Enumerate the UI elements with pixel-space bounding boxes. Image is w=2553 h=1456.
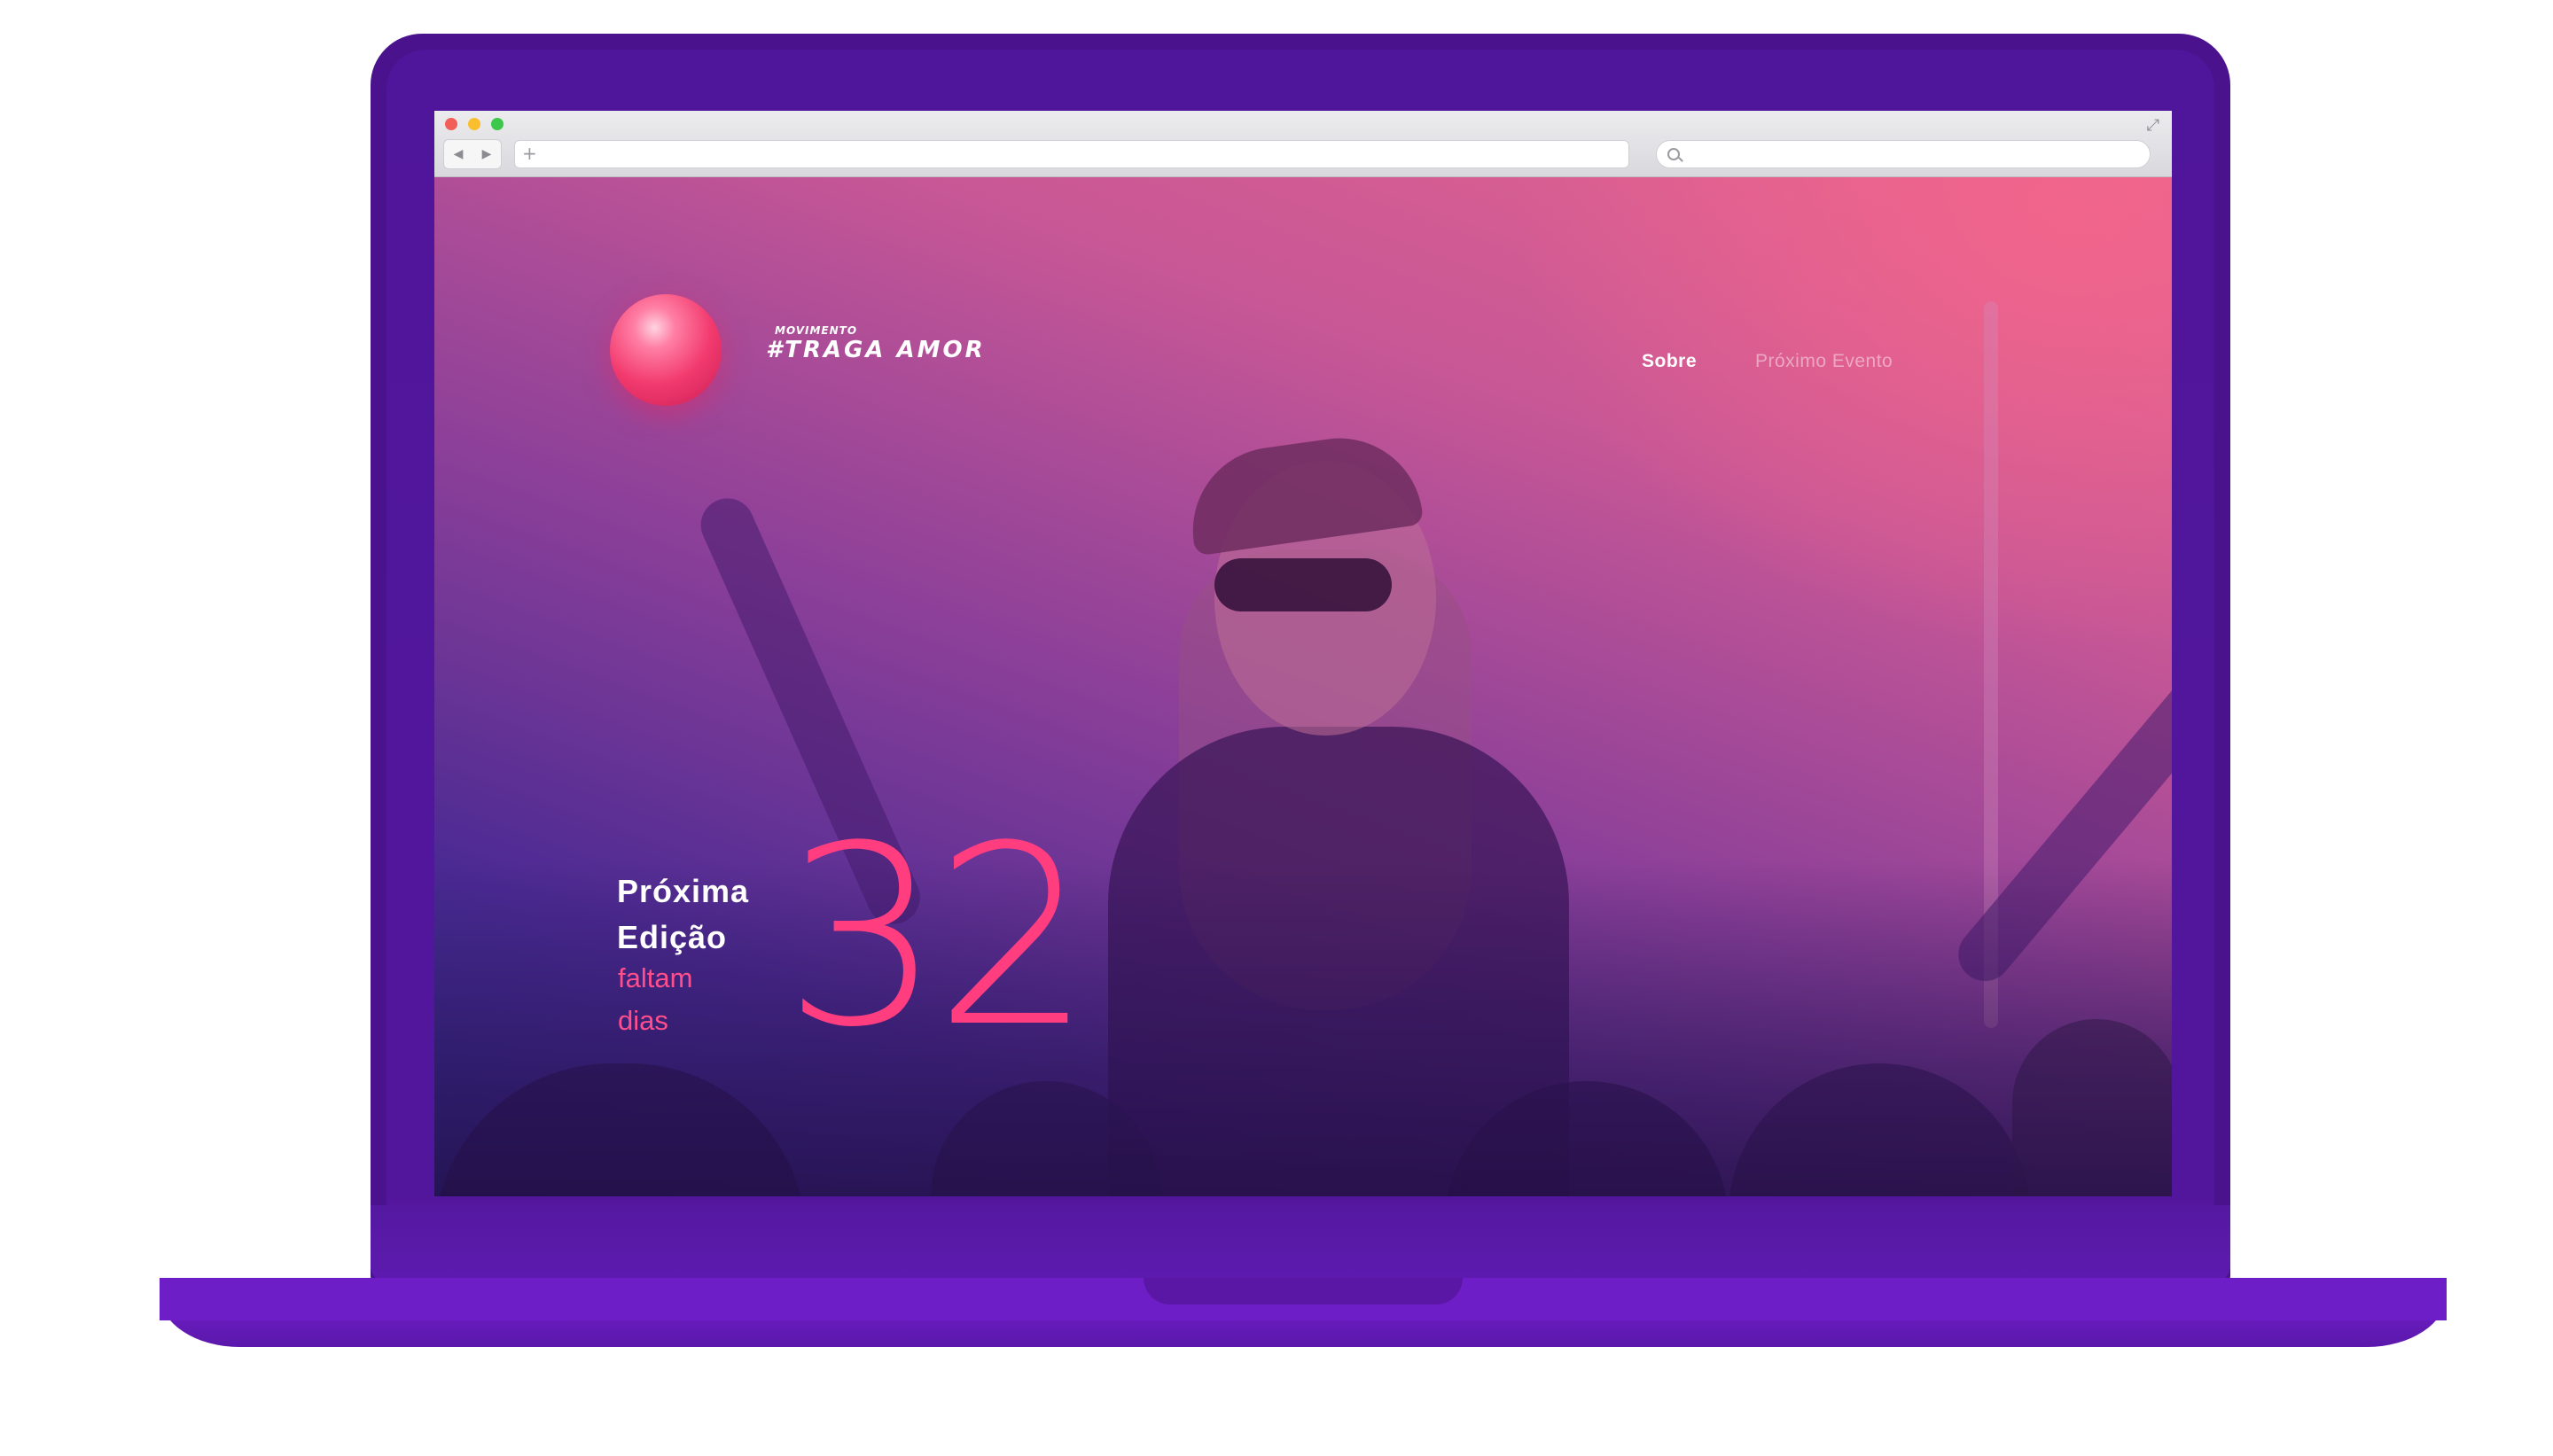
laptop-screen: ◀ ▶ + ⤢ MOVIMENTO #TRAGA AMOR Sobre Próx… [434, 111, 2172, 1196]
minimize-window-button[interactable] [468, 118, 480, 130]
mockup-stage: ◀ ▶ + ⤢ MOVIMENTO #TRAGA AMOR Sobre Próx… [0, 0, 2553, 1456]
browser-toolbar: ◀ ▶ + ⤢ [434, 111, 2172, 177]
browser-search-field[interactable] [1656, 140, 2151, 168]
logo-wordmark[interactable]: #TRAGA AMOR [766, 337, 986, 363]
back-arrow-icon[interactable]: ◀ [454, 148, 464, 160]
laptop-notch [1144, 1278, 1463, 1304]
zoom-window-button[interactable] [491, 118, 504, 130]
close-window-button[interactable] [445, 118, 457, 130]
days-remaining-label: faltam dias [618, 962, 693, 1036]
plus-icon[interactable]: + [522, 144, 537, 163]
forward-arrow-icon[interactable]: ▶ [482, 148, 492, 160]
hero-section: MOVIMENTO #TRAGA AMOR Sobre Próximo Even… [434, 177, 2172, 1196]
logo-ball-icon[interactable] [610, 294, 722, 406]
logo-tagline: MOVIMENTO [775, 324, 858, 337]
address-bar[interactable]: + [514, 140, 1629, 168]
nav-link-sobre[interactable]: Sobre [1642, 351, 1697, 372]
search-icon [1667, 148, 1680, 160]
laptop-chin [371, 1205, 2230, 1283]
hero-photo-sunglasses [1214, 558, 1392, 611]
countdown-days-number: 32 [784, 793, 1092, 1082]
nav-link-proximo-evento[interactable]: Próximo Evento [1755, 351, 1893, 372]
expand-icon[interactable]: ⤢ [2147, 118, 2159, 134]
next-edition-heading: Próxima Edição [617, 873, 750, 955]
history-nav: ◀ ▶ [443, 139, 502, 169]
